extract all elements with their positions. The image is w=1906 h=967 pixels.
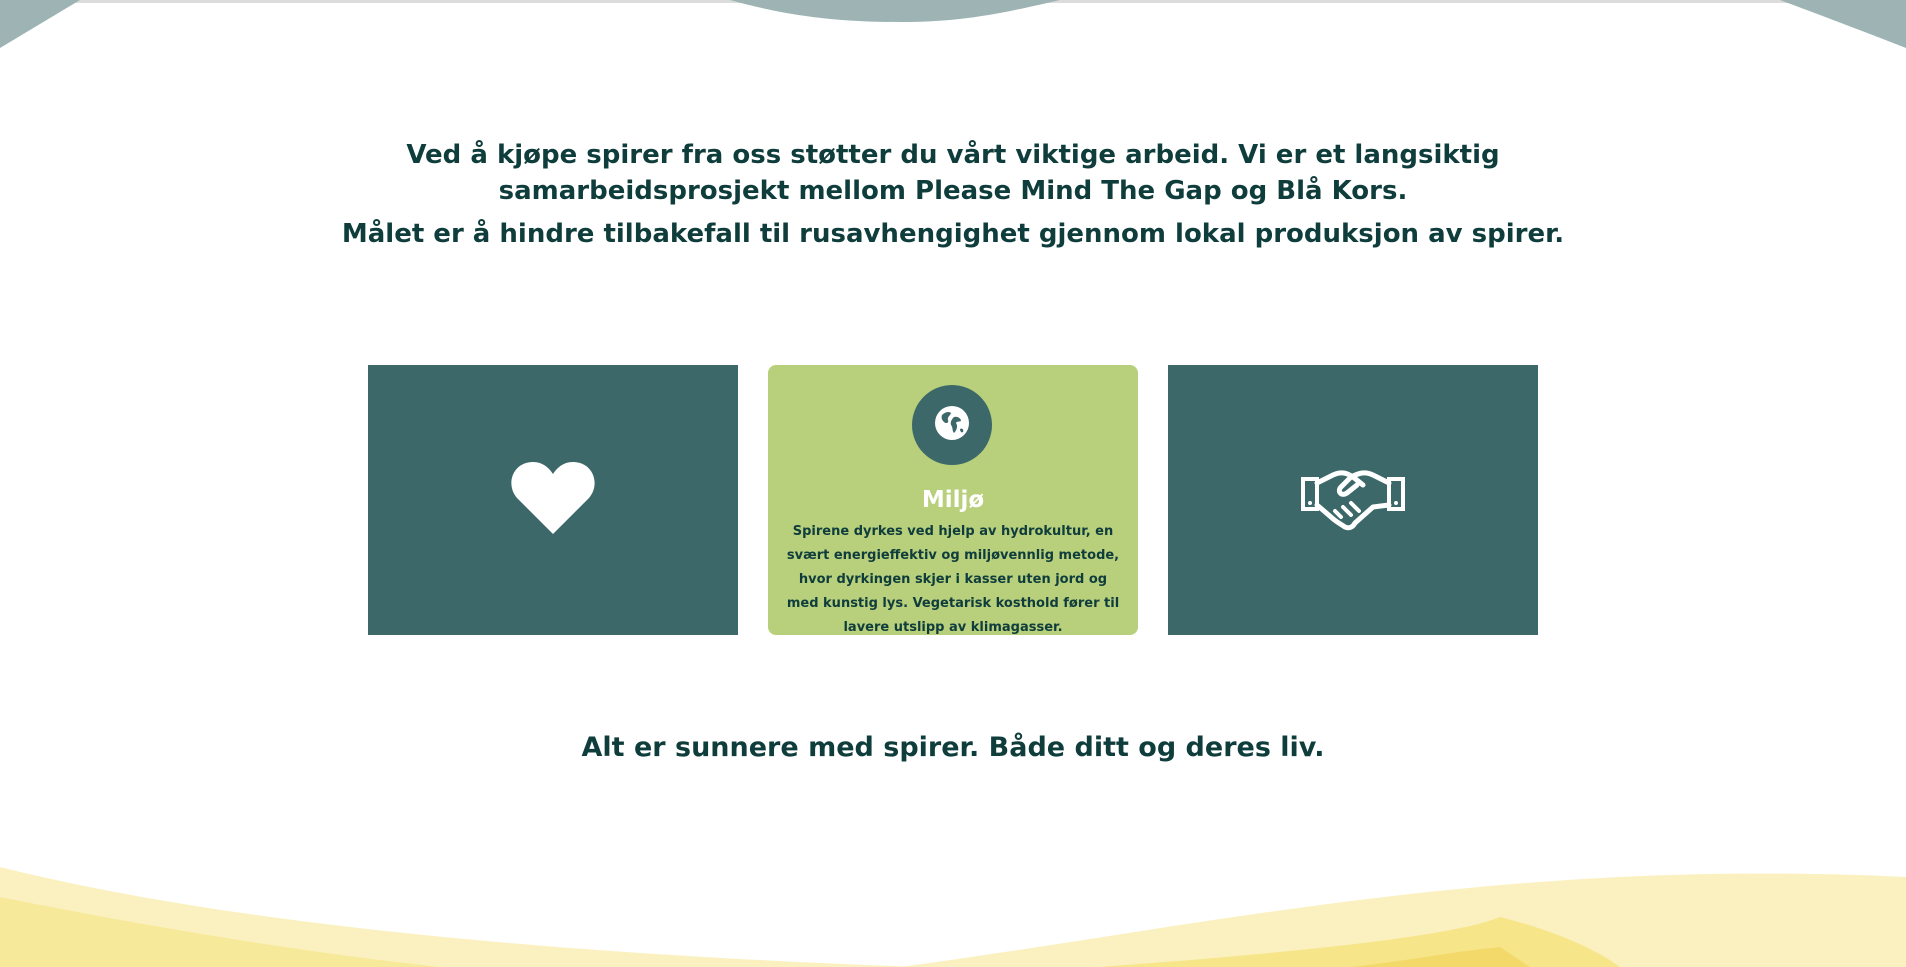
intro-paragraph-2: Målet er å hindre tilbakefall til rusavh… [341,219,1565,249]
intro-paragraph-1: Ved å kjøpe spirer fra oss støtter du vå… [406,140,1500,206]
page: Ved å kjøpe spirer fra oss støtter du vå… [0,0,1906,967]
closing-statement: Alt er sunnere med spirer. Både ditt og … [581,732,1325,763]
card-health[interactable] [368,365,738,635]
intro-text: Ved å kjøpe spirer fra oss støtter du vå… [0,137,1906,252]
card-description: Spirene dyrkes ved hjelp av hydrokultur,… [786,524,1120,635]
top-wave-decoration [0,0,1906,48]
card-title: Miljø [921,487,985,513]
heart-icon [511,462,595,538]
bottom-wave-decoration [0,867,1906,967]
feature-cards: Miljø Spirene dyrkes ved hjelp av hydrok… [368,365,1538,635]
handshake-icon [1301,465,1405,535]
card-environment[interactable]: Miljø Spirene dyrkes ved hjelp av hydrok… [768,365,1138,635]
card-cooperation[interactable] [1168,365,1538,635]
globe-icon-badge [912,385,992,465]
globe-icon [934,405,970,445]
